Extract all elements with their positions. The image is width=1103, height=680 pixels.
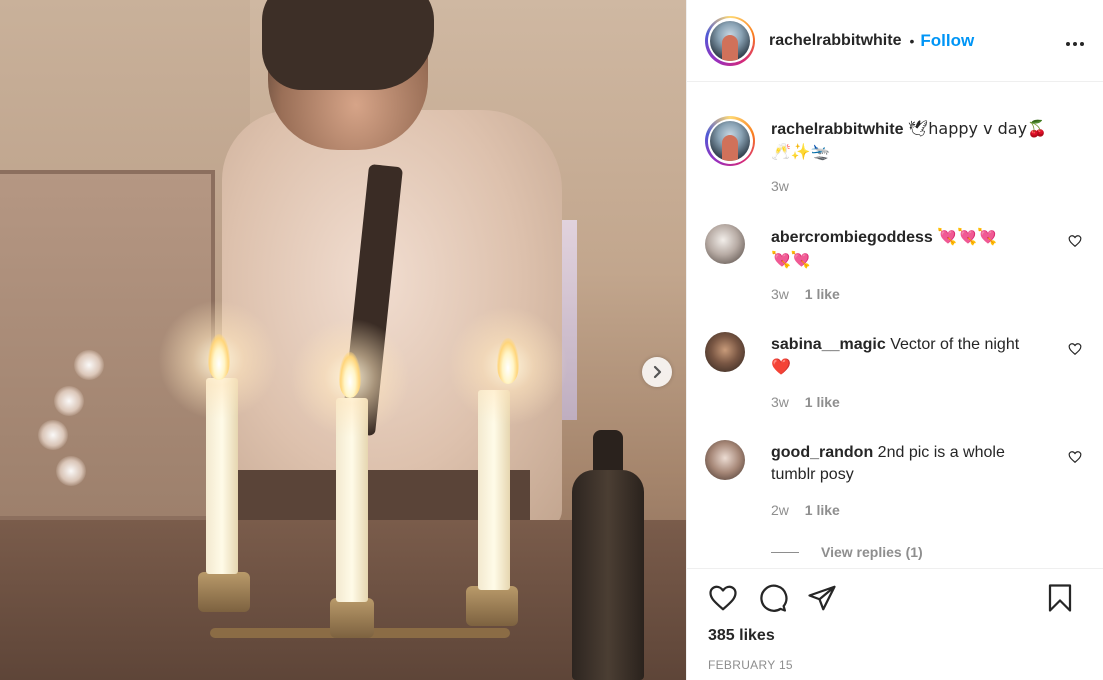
comment-text: 💘💘💘 <box>937 227 998 246</box>
avatar[interactable] <box>705 440 745 480</box>
chevron-right-icon <box>653 365 662 379</box>
ellipsis-icon <box>1066 42 1084 46</box>
photo-bokeh-light <box>38 420 68 450</box>
comment-text: Vector of the night <box>890 336 1020 353</box>
photo-person-hair <box>262 0 434 90</box>
photo-candle-flame <box>339 352 361 398</box>
comment-username[interactable]: abercrombiegoddess <box>771 229 933 246</box>
comment-text-line2: 💘💘 <box>771 250 811 269</box>
photo-candle-holder <box>466 586 518 626</box>
avatar[interactable] <box>710 20 750 61</box>
avatar[interactable] <box>710 121 750 161</box>
comment-like-button[interactable] <box>1068 234 1082 253</box>
share-button[interactable] <box>807 583 837 618</box>
comment-timestamp[interactable]: 3w <box>771 394 789 410</box>
avatar[interactable] <box>705 332 745 372</box>
heart-icon <box>709 585 737 611</box>
comment-like-button[interactable] <box>1068 342 1082 361</box>
header-separator: • <box>909 32 915 49</box>
comment-item: good_randon 2nd pic is a whole tumblr po… <box>705 440 1090 530</box>
caption-username[interactable]: rachelrabbitwhite <box>771 121 903 138</box>
comment-likes[interactable]: 1 like <box>805 286 840 302</box>
like-button[interactable] <box>708 583 738 618</box>
photo-bokeh-light <box>54 386 84 416</box>
photo-bokeh-light <box>74 350 104 380</box>
comment-username[interactable]: sabina__magic <box>771 336 886 353</box>
comment-text-line2: tumblr posy <box>771 466 854 483</box>
post-side-panel: rachelrabbitwhite • Follow rachelrabbitw… <box>686 0 1103 680</box>
photo-candle-holder <box>198 572 250 612</box>
post-header: rachelrabbitwhite • Follow <box>687 0 1103 82</box>
comment-like-button[interactable] <box>1068 450 1082 469</box>
author-avatar-story-ring[interactable] <box>705 15 755 66</box>
bookmark-icon <box>1048 584 1072 612</box>
photo-candle-holder <box>330 598 374 638</box>
comment-timestamp[interactable]: 2w <box>771 502 789 518</box>
photo-candle-flame <box>497 338 519 384</box>
photo-bokeh-light <box>56 456 86 486</box>
post-caption: rachelrabbitwhite 🕊happy v day🍒 🥂✨🛬 3w <box>705 116 1090 196</box>
view-replies-button[interactable]: View replies (1) <box>771 544 923 560</box>
caption-text: 🕊happy v day🍒 <box>907 119 1047 138</box>
comment-timestamp[interactable]: 3w <box>771 286 789 302</box>
heart-icon <box>1068 451 1082 464</box>
comment-text-line2: ❤️ <box>771 357 791 376</box>
heart-icon <box>1068 343 1082 356</box>
comment-likes[interactable]: 1 like <box>805 502 840 518</box>
instagram-post-modal: rachelrabbitwhite • Follow rachelrabbitw… <box>0 0 1103 680</box>
post-photo[interactable] <box>0 0 686 680</box>
comment-username[interactable]: good_randon <box>771 444 873 461</box>
next-photo-button[interactable] <box>642 357 672 387</box>
comment-item: abercrombiegoddess 💘💘💘 💘💘 3w 1 like <box>705 224 1090 314</box>
photo-bottle <box>572 470 644 680</box>
heart-icon <box>1068 235 1082 248</box>
author-username[interactable]: rachelrabbitwhite <box>769 32 901 50</box>
comments-list[interactable]: rachelrabbitwhite 🕊happy v day🍒 🥂✨🛬 3w a… <box>687 82 1103 568</box>
caption-timestamp[interactable]: 3w <box>771 178 789 194</box>
avatar[interactable] <box>705 224 745 264</box>
caption-avatar-ring[interactable] <box>705 116 755 166</box>
likes-count[interactable]: 385 likes <box>708 627 775 645</box>
comment-likes[interactable]: 1 like <box>805 394 840 410</box>
post-actions: 385 likes FEBRUARY 15 <box>687 568 1103 680</box>
view-replies-label: View replies (1) <box>821 544 923 560</box>
save-button[interactable] <box>1045 583 1075 618</box>
paper-plane-icon <box>808 585 836 611</box>
follow-button[interactable]: Follow <box>920 31 974 51</box>
comment-button[interactable] <box>758 583 788 618</box>
caption-text-line2: 🥂✨🛬 <box>771 142 831 161</box>
replies-divider <box>771 551 799 553</box>
comment-item: sabina__magic Vector of the night ❤️ 3w … <box>705 332 1090 422</box>
photo-candle-flame <box>208 334 230 380</box>
comment-bubble-icon <box>760 584 788 612</box>
post-date[interactable]: FEBRUARY 15 <box>708 658 793 672</box>
comment-text: 2nd pic is a whole <box>877 444 1005 461</box>
more-options-button[interactable] <box>1065 30 1085 50</box>
